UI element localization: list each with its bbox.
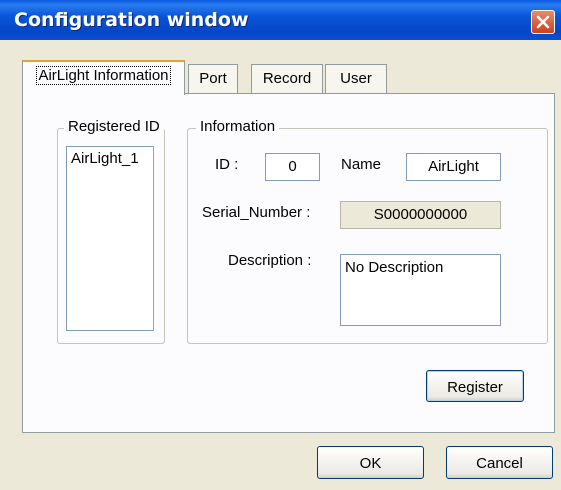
group-label: Information [196,118,280,135]
tab-user[interactable]: User [325,64,387,94]
register-button[interactable]: Register [426,370,524,402]
registered-id-group: Registered ID AirLight_1 [57,118,165,344]
tab-label: User [340,70,372,87]
information-group: Information ID : 0 Name AirLight Serial_… [187,118,548,344]
tab-label: Record [262,70,312,87]
close-button[interactable] [531,10,555,34]
configuration-window: Configuration window AirLight Informatio… [0,0,561,490]
tab-label: Port [199,70,227,87]
title-bar[interactable]: Configuration window [0,0,561,40]
name-label: Name [341,156,382,173]
list-item[interactable]: AirLight_1 [71,150,149,167]
group-label: Registered ID [64,118,164,135]
description-field[interactable]: No Description [340,254,501,326]
name-field[interactable]: AirLight [406,153,501,181]
tab-airlight-information[interactable]: AirLight Information [22,60,185,95]
registered-id-list[interactable]: AirLight_1 [66,146,154,331]
serial-number-label: Serial_Number : [202,204,311,221]
description-label: Description : [228,252,312,269]
tab-port[interactable]: Port [188,64,238,94]
tab-label: AirLight Information [36,66,171,85]
serial-number-field: S0000000000 [340,201,501,229]
cancel-button[interactable]: Cancel [446,446,553,479]
tab-record[interactable]: Record [251,64,323,94]
id-label: ID : [215,156,239,173]
id-field[interactable]: 0 [265,153,320,181]
ok-button[interactable]: OK [317,446,424,479]
window-title: Configuration window [14,9,249,31]
close-icon [536,15,550,29]
tab-panel-airlight-information: Registered ID AirLight_1 Information ID … [22,93,555,433]
